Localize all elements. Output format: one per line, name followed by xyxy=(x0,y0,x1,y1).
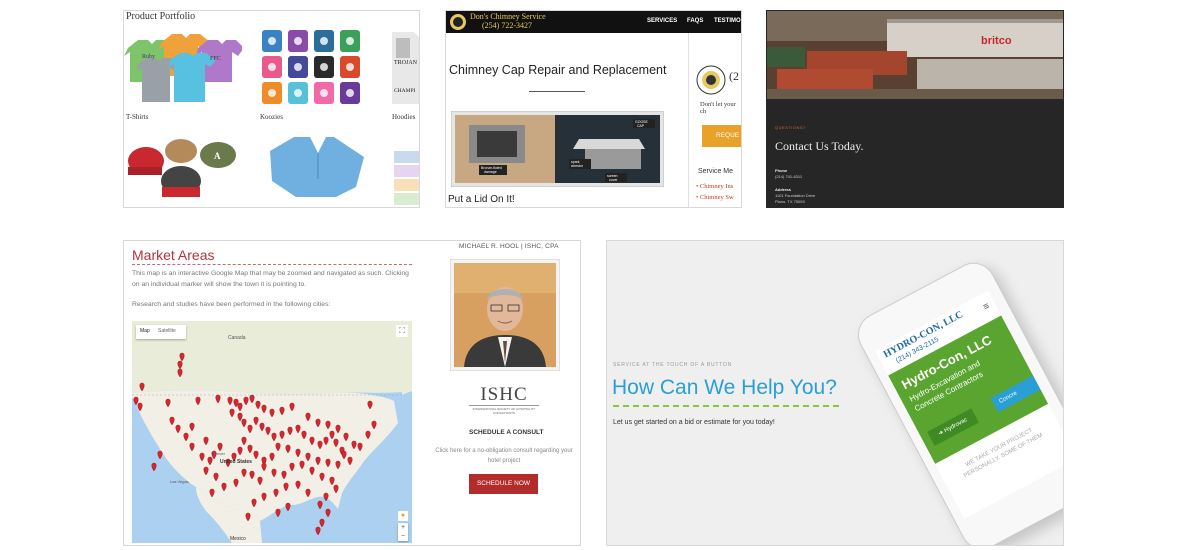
consultant-header: MICHAEL R. HOOL | ISHC, CPA xyxy=(459,243,559,250)
ishc-logo-sub: INTERNATIONAL SOCIETY OF HOSPITALITY CON… xyxy=(469,405,539,415)
service-menu-item-label: Chimney Sw xyxy=(699,194,734,201)
map-tab-satellite[interactable]: Satellite xyxy=(158,328,176,334)
fullscreen-icon[interactable]: ⛶ xyxy=(396,325,408,337)
ishc-logo: ISHC xyxy=(480,384,528,405)
zoom-out-icon[interactable]: − xyxy=(398,532,408,541)
market-intro-text: This map is an interactive Google Map th… xyxy=(132,270,409,288)
tshirts-photo[interactable]: Ruby FFC xyxy=(124,28,242,108)
hydro-eyebrow: SERVICE AT THE TOUCH OF A BUTTON xyxy=(613,362,733,368)
svg-text:Ruby: Ruby xyxy=(142,54,155,60)
contact-eyebrow: QUESTIONS? xyxy=(775,125,806,130)
chimney-cap-photo: Bronze-fluted damage GOOSE CAP spark arr… xyxy=(451,111,664,187)
hydro-heading: How Can We Help You? xyxy=(612,376,837,399)
svg-text:FFC: FFC xyxy=(210,56,221,62)
address-line2: Plano, TX 75093 xyxy=(775,199,805,204)
zoom-in-icon[interactable]: + xyxy=(398,523,408,532)
market-areas-card[interactable]: Market Areas This map is an interactive … xyxy=(123,240,581,546)
contact-card[interactable]: britco QUESTIONS? Contact Us Today. Phon… xyxy=(766,10,1064,208)
schedule-now-button[interactable]: SCHEDULE NOW xyxy=(469,474,538,494)
chimney-card[interactable]: Don's Chimney Service (254) 722-3427 SER… xyxy=(445,10,742,208)
map-label-mexico: Mexico xyxy=(230,536,246,542)
svg-text:TROJAN: TROJAN xyxy=(394,60,418,66)
phone-label: Phone xyxy=(775,168,788,173)
pegman-icon[interactable]: ● xyxy=(398,511,408,521)
chimney-sidebar-logo-icon xyxy=(696,65,726,95)
service-menu-item[interactable]: • Chimney Sw xyxy=(696,194,734,201)
subheading-underline xyxy=(448,207,666,208)
map-label-denver: Denver xyxy=(212,451,225,456)
sidebar-phone: (2 xyxy=(729,69,739,83)
map-label-canada: Canada xyxy=(228,335,246,341)
hydro-text: Let us get started on a bid or estimate … xyxy=(613,419,775,426)
request-button[interactable]: REQUE xyxy=(702,125,741,147)
britco-sign: britco xyxy=(981,35,1012,47)
polo-photo[interactable] xyxy=(260,131,372,207)
sidebar-tagline: Don't let your ch xyxy=(700,101,736,115)
chimney-brand-name: Don's Chimney Service xyxy=(470,12,546,21)
chimney-heading: Chimney Cap Repair and Replacement xyxy=(449,63,667,77)
schedule-text[interactable]: Click here for a no-obligation consult r… xyxy=(432,446,576,466)
map-type-toggle[interactable]: Map Satellite xyxy=(136,325,186,339)
nav-faqs[interactable]: FAQS xyxy=(687,18,703,24)
svg-text:damage: damage xyxy=(484,170,497,174)
folded-shirts-photo[interactable] xyxy=(392,131,420,207)
svg-text:CHAMPI: CHAMPI xyxy=(394,88,416,94)
chimney-brand-phone: (254) 722-3427 xyxy=(482,21,532,30)
market-title: Market Areas xyxy=(132,247,215,263)
svg-text:cover: cover xyxy=(609,178,618,182)
portfolio-title: Product Portfolio xyxy=(126,11,196,22)
warehouse-aerial-photo xyxy=(767,11,1063,99)
phone-value[interactable]: (214) 741-6311 xyxy=(775,174,802,179)
service-menu-item[interactable]: • Chimney Ins xyxy=(696,183,733,190)
nav-services[interactable]: SERVICES xyxy=(647,18,677,24)
address-line1: 1101 Foundation Drive xyxy=(775,193,816,198)
market-title-underline xyxy=(132,264,412,265)
koozies-photo[interactable] xyxy=(260,28,370,108)
caption-tshirts: T-Shirts xyxy=(126,113,149,121)
caption-hoodies: Hoodies xyxy=(392,113,416,121)
google-map[interactable]: Map Satellite ⛶ Canada United States Mex… xyxy=(132,321,412,543)
zoom-control[interactable]: + − xyxy=(398,523,408,541)
map-label-united-states: United States xyxy=(220,459,252,465)
hats-photo[interactable]: A xyxy=(126,131,238,207)
svg-text:CAP: CAP xyxy=(637,124,645,128)
sidebar-divider xyxy=(688,33,689,207)
portfolio-card[interactable]: Product Portfolio Ruby FFC T-Shirts Kooz… xyxy=(123,10,420,208)
hoodies-photo[interactable]: TROJAN CHAMPI xyxy=(392,28,420,108)
market-cities-text: Research and studies have been performed… xyxy=(132,301,331,308)
nav-testimonials[interactable]: TESTIMO xyxy=(714,18,741,24)
chimney-brand[interactable]: Don's Chimney Service (254) 722-3427 xyxy=(470,12,546,30)
phone-mockup: HYDRO-CON, LLC (214) 343-2115 ≡ Hydro-Co… xyxy=(850,246,1063,545)
service-menu-item-label: Chimney Ins xyxy=(699,183,734,190)
schedule-heading: SCHEDULE A CONSULT xyxy=(469,429,544,436)
map-tab-map[interactable]: Map xyxy=(140,328,150,334)
heading-divider xyxy=(529,91,585,92)
svg-text:A: A xyxy=(214,151,221,161)
caption-koozies: Koozies xyxy=(260,113,283,121)
chimney-logo-icon xyxy=(450,14,466,30)
consultant-portrait xyxy=(450,259,560,371)
hydro-con-card[interactable]: SERVICE AT THE TOUCH OF A BUTTON How Can… xyxy=(606,240,1064,546)
map-label-las-vegas: Las Vegas xyxy=(170,479,189,484)
service-menu-title: Service Me xyxy=(698,168,734,175)
contact-heading: Contact Us Today. xyxy=(775,139,864,153)
address-label: Address xyxy=(775,187,792,192)
svg-text:arrestor: arrestor xyxy=(571,164,584,168)
hydro-heading-underline xyxy=(613,405,839,407)
map-canvas[interactable] xyxy=(132,321,412,543)
chimney-subheading: Put a Lid On It! xyxy=(448,194,515,205)
